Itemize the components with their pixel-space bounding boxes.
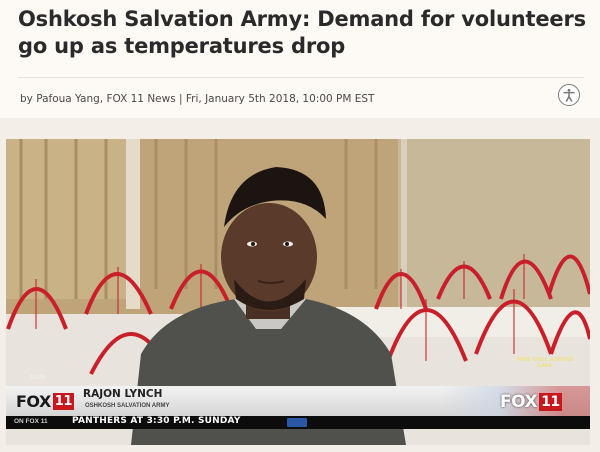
chyron-time: 10:00 — [30, 375, 46, 381]
ticker-tag: ON FOX 11 — [14, 418, 48, 425]
ticker-text: PANTHERS AT 3:30 P.M. SUNDAY — [72, 416, 241, 426]
chyron-name: RAJON LYNCH — [83, 388, 163, 400]
station-logo-number: 11 — [52, 392, 74, 410]
station-logo-text: FOX — [500, 392, 538, 412]
station-logo-number: 11 — [539, 393, 562, 411]
accessibility-button[interactable] — [558, 84, 580, 106]
article-headline: Oshkosh Salvation Army: Demand for volun… — [18, 7, 586, 58]
station-logo-left: FOX 11 — [16, 390, 74, 412]
chyron-title: OSHKOSH SALVATION ARMY — [85, 403, 170, 409]
background-sign: WINE CHILL ACROSS LAKE — [516, 357, 574, 369]
ticker-logo-icon — [287, 418, 307, 427]
station-logo-text: FOX — [16, 391, 51, 411]
accessibility-icon — [563, 88, 575, 102]
article-byline: by Pafoua Yang, FOX 11 News | Fri, Janua… — [20, 93, 375, 105]
station-logo-right: FOX 11 — [500, 391, 562, 413]
header-divider — [18, 77, 584, 78]
